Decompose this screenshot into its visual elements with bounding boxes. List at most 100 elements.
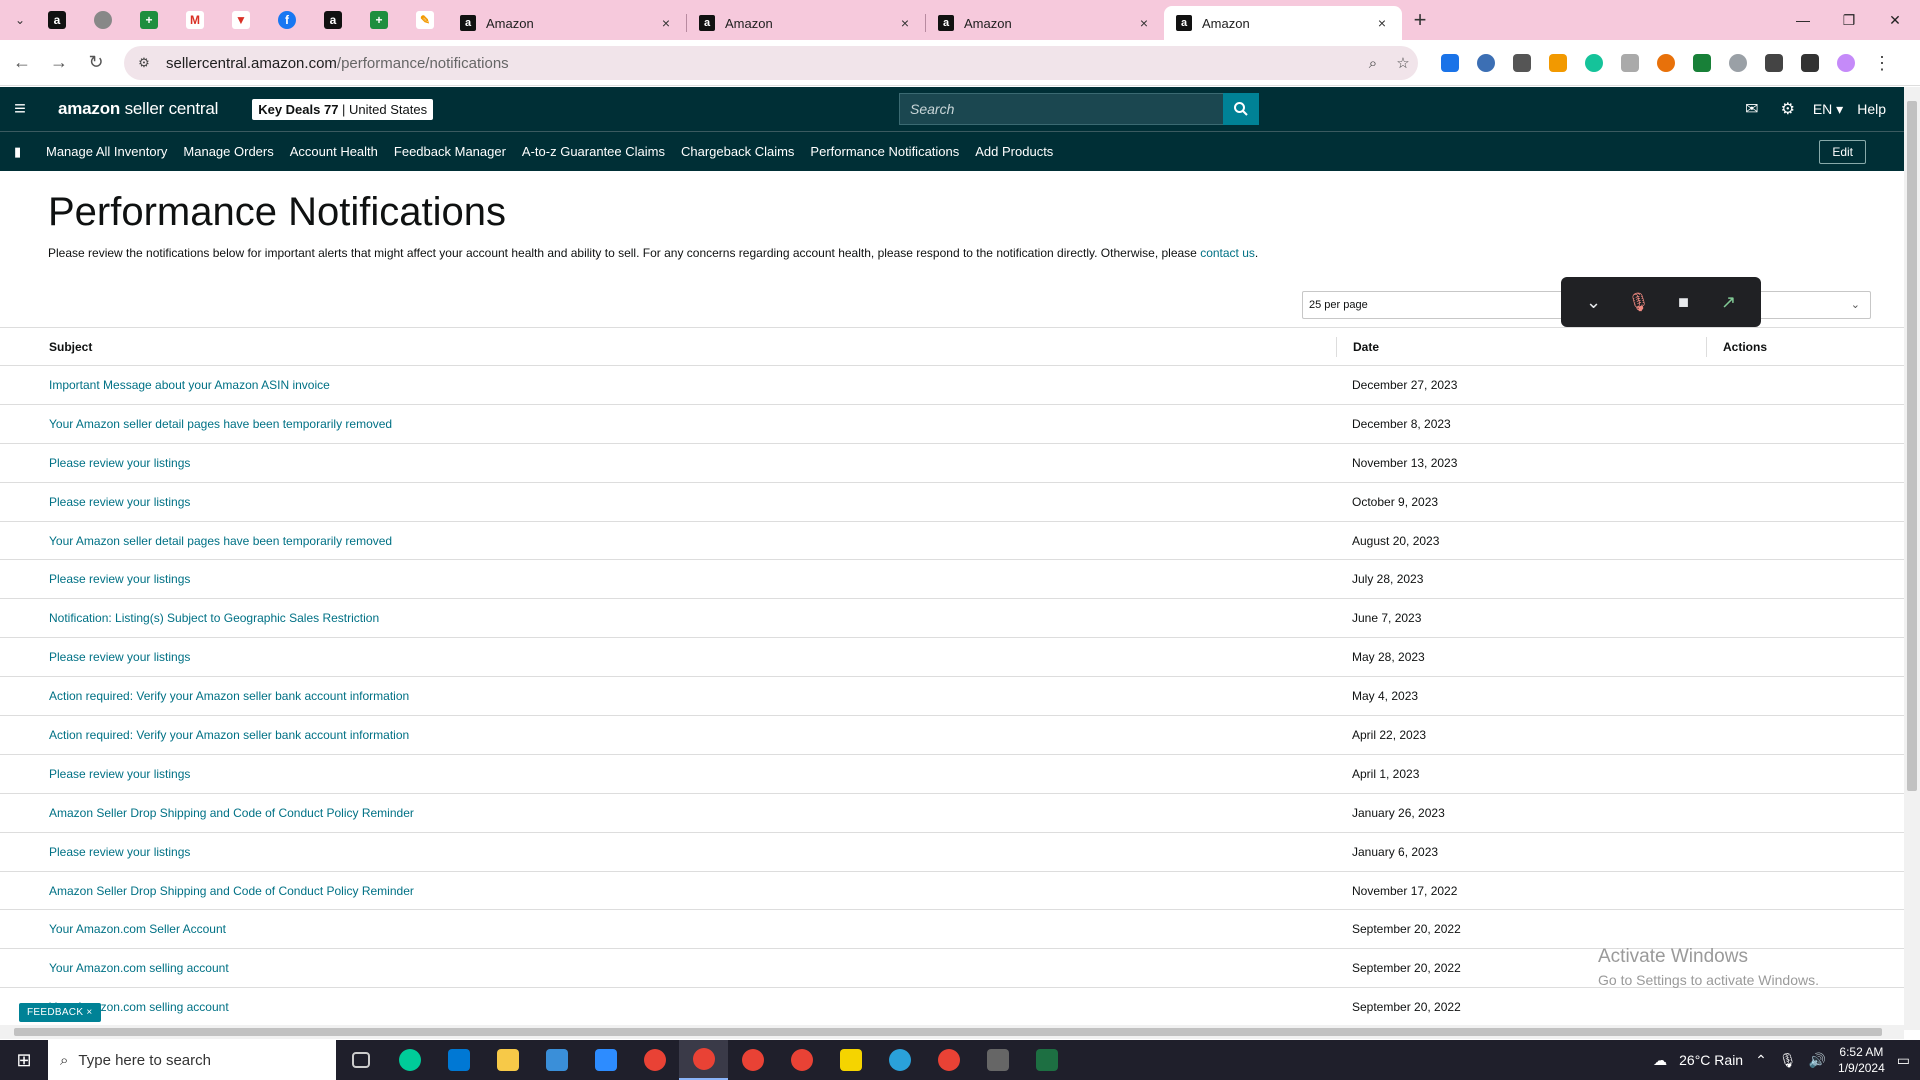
chevron-up-icon[interactable]: ⌃ [1755,1052,1767,1069]
browser-tab[interactable]: a Amazon × [687,6,925,40]
notification-subject-link[interactable]: Please review your listings [49,845,190,859]
pinned-tab-amazon-2[interactable]: a [310,0,356,40]
edit-favorites-button[interactable]: Edit [1819,140,1866,164]
volume-icon[interactable]: 🔊 [1809,1052,1826,1069]
close-window-icon[interactable]: ✕ [1872,0,1918,40]
scrollbar-thumb[interactable] [1907,101,1917,791]
notification-subject-link[interactable]: Please review your listings [49,767,190,781]
notification-subject-link[interactable]: Your Amazon.com Seller Account [49,922,226,936]
back-arrow-icon[interactable]: ← [7,48,37,78]
close-icon[interactable]: × [1374,15,1390,31]
share-screen-icon[interactable]: ↗ [1715,288,1743,316]
notification-subject-link[interactable]: Action required: Verify your Amazon sell… [49,728,409,742]
zoom-icon[interactable]: ⌕ [1358,48,1388,78]
chrome-icon[interactable] [630,1040,679,1080]
notification-subject-link[interactable]: Please review your listings [49,456,190,470]
taskbar-search[interactable]: ⌕ Type here to search [48,1040,336,1080]
grammarly-icon[interactable] [1576,48,1612,78]
browser-tab[interactable]: a Amazon × [926,6,1164,40]
notification-subject-link[interactable]: Action required: Verify your Amazon sell… [49,689,409,703]
notification-subject-link[interactable]: Important Message about your Amazon ASIN… [49,378,330,392]
chrome-icon[interactable] [924,1040,973,1080]
nav-add-products[interactable]: Add Products [975,144,1053,159]
notification-subject-link[interactable]: Amazon Seller Drop Shipping and Code of … [49,884,414,898]
task-view-icon[interactable] [336,1040,385,1080]
restore-icon[interactable]: ❐ [1826,0,1872,40]
scrollbar-thumb[interactable] [14,1028,1882,1036]
search-button[interactable] [1223,93,1259,125]
header-date[interactable]: Date [1336,336,1706,357]
sticky-notes-icon[interactable] [826,1040,875,1080]
help-link[interactable]: Help [1857,101,1886,117]
nav-account-health[interactable]: Account Health [290,144,378,159]
new-tab-button[interactable]: + [1402,0,1438,40]
file-explorer-icon[interactable] [483,1040,532,1080]
nav-manage-all-inventory[interactable]: Manage All Inventory [46,144,167,159]
close-icon[interactable]: × [658,15,674,31]
pinned-tab-globe[interactable] [80,0,126,40]
puzzle-icon[interactable] [1756,48,1792,78]
notification-icon[interactable]: ▭ [1897,1052,1910,1069]
close-icon[interactable]: × [897,15,913,31]
menu-dots-icon[interactable]: ⋮ [1864,48,1900,78]
minimize-icon[interactable]: — [1780,0,1826,40]
language-selector[interactable]: EN ▾ [1813,101,1843,118]
notification-subject-link[interactable]: Your Amazon seller detail pages have bee… [49,417,392,431]
chrome-icon[interactable] [777,1040,826,1080]
chrome-icon[interactable] [679,1040,728,1080]
extension-icon[interactable] [1504,48,1540,78]
extension-icon[interactable] [1468,48,1504,78]
pinned-tab-red[interactable]: ▼ [218,0,264,40]
calculator-icon[interactable] [973,1040,1022,1080]
system-clock[interactable]: 6:52 AM 1/9/2024 [1838,1044,1885,1076]
forward-arrow-icon[interactable]: → [44,48,74,78]
weather-icon[interactable]: ☁ [1653,1052,1667,1069]
chrome-icon[interactable] [728,1040,777,1080]
camera-icon[interactable]: ■ [1670,288,1698,316]
extension-icon[interactable] [1684,48,1720,78]
extension-icon[interactable] [1648,48,1684,78]
notification-subject-link[interactable]: Please review your listings [49,572,190,586]
url-text[interactable]: sellercentral.amazon.com/performance/not… [166,55,1358,72]
extension-icon[interactable] [1612,48,1648,78]
pinned-tab-amazon[interactable]: a [34,0,80,40]
nav-performance-notifications[interactable]: Performance Notifications [810,144,959,159]
pinned-tab-facebook[interactable]: f [264,0,310,40]
nav-feedback-manager[interactable]: Feedback Manager [394,144,506,159]
bookmark-star-icon[interactable]: ☆ [1388,48,1418,78]
mail-icon[interactable]: ✉ [1741,98,1763,120]
edge-icon[interactable] [385,1040,434,1080]
notification-subject-link[interactable]: Notification: Listing(s) Subject to Geog… [49,611,379,625]
excel-icon[interactable] [1022,1040,1071,1080]
feedback-button[interactable]: FEEDBACK × [19,1003,101,1022]
vertical-scrollbar[interactable] [1904,87,1920,1030]
notification-subject-link[interactable]: Your Amazon seller detail pages have bee… [49,534,392,548]
pinned-tab-sheets-2[interactable]: + [356,0,402,40]
pinned-tab-sheets[interactable]: + [126,0,172,40]
profile-avatar[interactable] [1828,48,1864,78]
pinned-tab-tool[interactable]: ✎ [402,0,448,40]
search-input[interactable]: Search [899,93,1223,125]
extension-icon[interactable] [1540,48,1576,78]
tab-search-icon[interactable]: ⌄ [6,6,34,34]
weather-text[interactable]: 26°C Rain [1679,1052,1743,1068]
header-subject[interactable]: Subject [0,340,1336,354]
browser-tab-active[interactable]: a Amazon × [1164,6,1402,40]
notification-subject-link[interactable]: Please review your listings [49,650,190,664]
seller-central-logo[interactable]: amazon seller central [58,99,218,119]
mic-muted-icon[interactable]: 🎙 [1625,288,1653,316]
chevron-down-icon[interactable]: ⌄ [1580,288,1608,316]
extension-icon[interactable] [1720,48,1756,78]
hamburger-menu-icon[interactable]: ≡ [0,87,40,131]
telegram-icon[interactable] [875,1040,924,1080]
notification-subject-link[interactable]: Please review your listings [49,495,190,509]
nav-chargeback-claims[interactable]: Chargeback Claims [681,144,794,159]
close-icon[interactable]: × [1136,15,1152,31]
nav-a-to-z-claims[interactable]: A-to-z Guarantee Claims [522,144,665,159]
notification-subject-link[interactable]: Amazon Seller Drop Shipping and Code of … [49,806,414,820]
store-icon[interactable] [532,1040,581,1080]
extension-icon[interactable] [1432,48,1468,78]
mail-app-icon[interactable] [434,1040,483,1080]
windows-start-icon[interactable]: ⊞ [0,1040,48,1080]
contact-us-link[interactable]: contact us [1200,246,1255,260]
